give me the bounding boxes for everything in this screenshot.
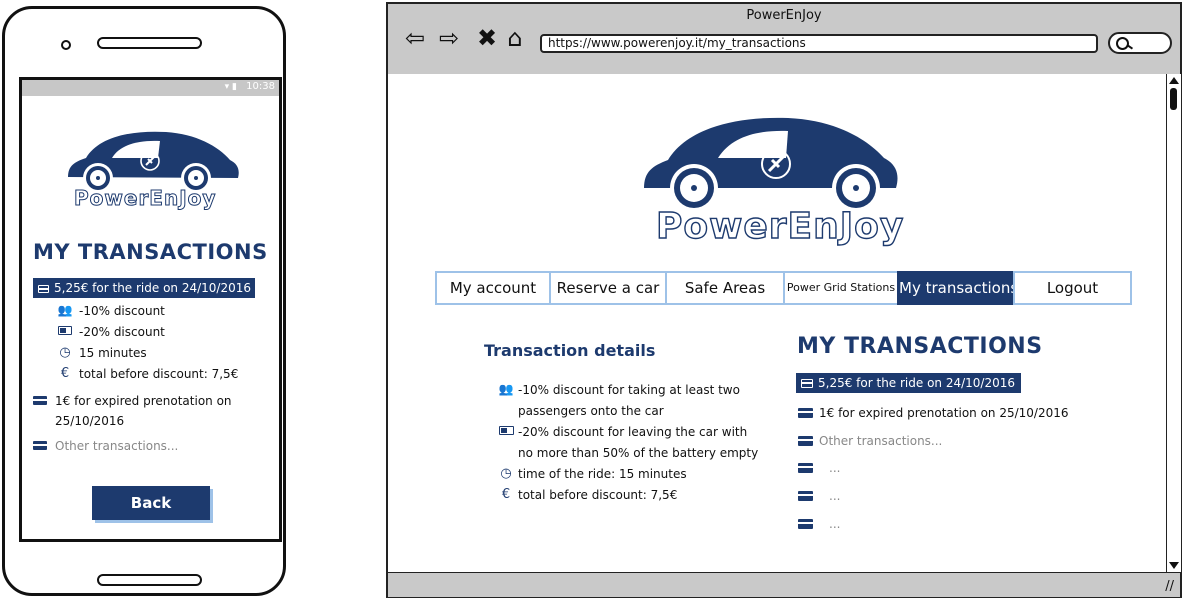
- forward-arrow-icon[interactable]: ⇨: [434, 24, 464, 52]
- phone-screen: ▾ ▮ 10:38 PowerEnJoy MY TRANSACTIONS 5,2…: [19, 77, 282, 542]
- phone-home-button[interactable]: [97, 574, 202, 586]
- selected-transaction-label: 5,25€ for the ride on 24/10/2016: [818, 376, 1015, 390]
- people-icon: 👥: [498, 382, 514, 396]
- people-icon: 👥: [57, 303, 73, 317]
- detail-passengers-line2: passengers onto the car: [518, 404, 664, 418]
- scroll-down-icon[interactable]: [1169, 562, 1179, 569]
- detail-duration: 15 minutes: [79, 346, 147, 360]
- nav-my-account[interactable]: My account: [435, 271, 549, 305]
- credit-card-icon: [801, 379, 813, 388]
- credit-card-icon: [798, 491, 813, 501]
- detail-battery-line2: no more than 50% of the battery empty: [518, 446, 759, 460]
- credit-card-icon: [33, 396, 47, 405]
- url-bar[interactable]: https://www.powerenjoy.it/my_transaction…: [540, 34, 1098, 53]
- detail-discount-battery: -20% discount: [79, 325, 165, 339]
- detail-total: total before discount: 7,5€: [79, 367, 239, 381]
- other-transactions-link[interactable]: Other transactions...: [55, 439, 178, 453]
- status-bar: ▾ ▮ 10:38: [22, 80, 279, 96]
- transaction-placeholder[interactable]: ...: [829, 517, 840, 531]
- home-icon[interactable]: ⌂: [500, 24, 530, 52]
- search-field[interactable]: [1108, 32, 1172, 54]
- main-nav: My account Reserve a car Safe Areas Powe…: [435, 271, 1132, 307]
- credit-card-icon: [33, 441, 47, 450]
- details-title: Transaction details: [484, 341, 656, 360]
- search-icon: [1116, 37, 1129, 50]
- detail-battery-line1: -20% discount for leaving the car with: [518, 425, 748, 439]
- credit-card-icon: [798, 408, 813, 418]
- selected-transaction[interactable]: 5,25€ for the ride on 24/10/2016: [33, 278, 255, 298]
- transaction-placeholder[interactable]: ...: [829, 489, 840, 503]
- selected-transaction-label: 5,25€ for the ride on 24/10/2016: [54, 281, 251, 295]
- transactions-title: MY TRANSACTIONS: [797, 334, 1043, 359]
- signal-icon: ▾ ▮: [224, 82, 237, 92]
- page-title: MY TRANSACTIONS: [33, 240, 268, 264]
- clock-icon: ◷: [500, 466, 512, 481]
- credit-card-icon: [798, 519, 813, 529]
- credit-card-icon: [798, 463, 813, 473]
- credit-card-icon: [38, 285, 49, 293]
- other-transactions-link[interactable]: Other transactions...: [819, 434, 942, 448]
- transaction-expired-prenotation[interactable]: 1€ for expired prenotation on 25/10/2016: [55, 394, 232, 428]
- phone-camera: [61, 40, 71, 50]
- close-icon[interactable]: ✖: [472, 24, 502, 52]
- back-button[interactable]: Back: [92, 486, 210, 520]
- logo-wordmark: PowerEnJoy: [73, 186, 217, 211]
- transaction-expired-prenotation[interactable]: 1€ for expired prenotation on 25/10/2016: [819, 406, 1069, 420]
- scroll-up-icon[interactable]: [1169, 77, 1179, 84]
- window-title: PowerEnJoy: [746, 8, 822, 23]
- transaction-line-2: 25/10/2016: [55, 414, 125, 428]
- status-bar: //: [388, 572, 1180, 597]
- euro-icon: €: [501, 487, 511, 502]
- nav-logout[interactable]: Logout: [1013, 271, 1132, 305]
- transaction-placeholder[interactable]: ...: [829, 461, 840, 475]
- browser-window: PowerEnJoy ⇦ ⇨ ✖ ⌂ https://www.powerenjo…: [386, 2, 1182, 598]
- phone-earpiece: [97, 37, 202, 49]
- nav-power-grid-stations[interactable]: Power Grid Stations: [783, 271, 897, 305]
- detail-discount-passengers: -10% discount: [79, 304, 165, 318]
- resize-grip-icon[interactable]: //: [1165, 579, 1174, 594]
- euro-icon: €: [60, 366, 70, 381]
- back-arrow-icon[interactable]: ⇦: [400, 24, 430, 52]
- battery-icon: [498, 424, 514, 438]
- credit-card-icon: [798, 436, 813, 446]
- detail-total: total before discount: 7,5€: [518, 488, 678, 502]
- status-clock: 10:38: [246, 81, 275, 92]
- scroll-thumb[interactable]: [1170, 88, 1177, 110]
- detail-passengers-line1: -10% discount for taking at least two: [518, 383, 740, 397]
- vertical-scrollbar[interactable]: [1166, 74, 1181, 572]
- battery-icon: [57, 324, 73, 338]
- logo-wordmark: PowerEnJoy: [655, 205, 905, 247]
- detail-ride-time: time of the ride: 15 minutes: [518, 467, 687, 481]
- clock-icon: ◷: [59, 345, 71, 360]
- transaction-line-1: 1€ for expired prenotation on: [55, 394, 232, 408]
- selected-transaction[interactable]: 5,25€ for the ride on 24/10/2016: [796, 373, 1021, 393]
- nav-my-transactions[interactable]: My transactions: [897, 271, 1018, 305]
- nav-reserve-car[interactable]: Reserve a car: [549, 271, 665, 305]
- page-content: PowerEnJoy My account Reserve a car Safe…: [388, 74, 1166, 572]
- phone-mockup: ▾ ▮ 10:38 PowerEnJoy MY TRANSACTIONS 5,2…: [2, 6, 286, 596]
- nav-safe-areas[interactable]: Safe Areas: [665, 271, 783, 305]
